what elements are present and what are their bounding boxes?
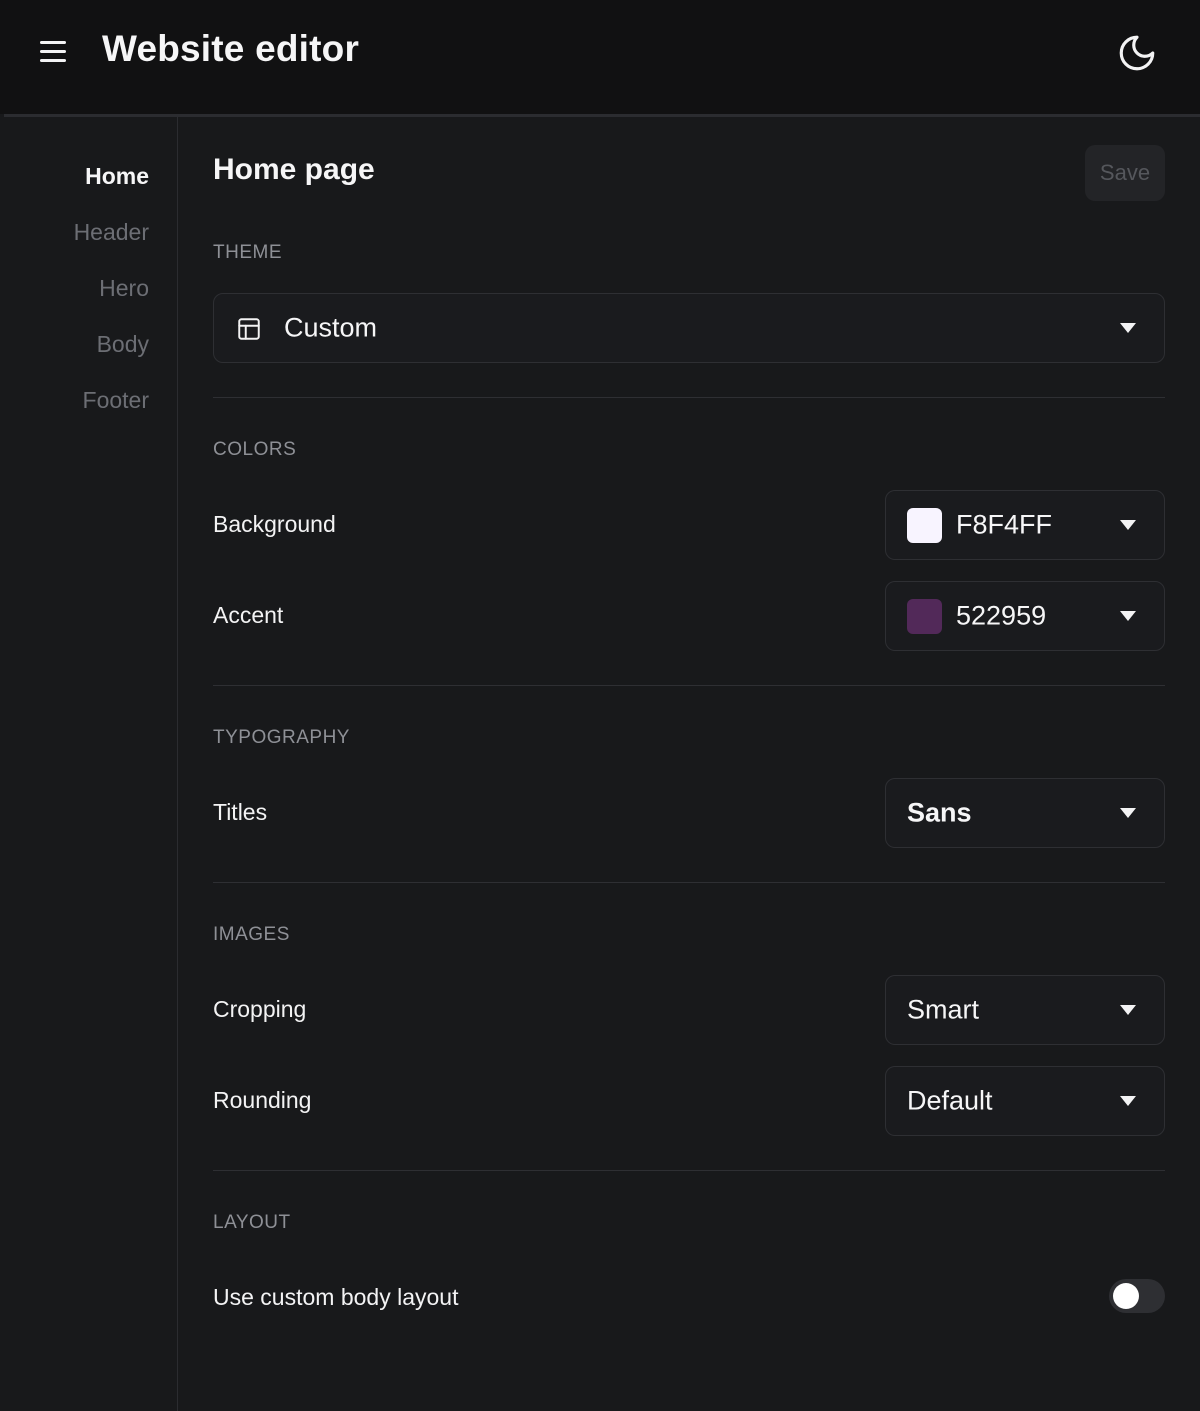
- titles-font-select[interactable]: Sans: [885, 778, 1165, 848]
- chevron-down-icon: [1120, 1096, 1136, 1106]
- sidebar-item-home[interactable]: Home: [85, 163, 149, 190]
- toggle-knob: [1113, 1283, 1139, 1309]
- accent-color-select[interactable]: 522959: [885, 581, 1165, 651]
- titles-font-value: Sans: [907, 797, 972, 828]
- section-label-layout: LAYOUT: [213, 1212, 291, 1233]
- color-swatch: [907, 599, 942, 634]
- custom-body-layout-label: Use custom body layout: [213, 1284, 459, 1310]
- hamburger-menu-icon[interactable]: [34, 34, 74, 70]
- page-title: Home page: [213, 153, 375, 186]
- sidebar-item-header[interactable]: Header: [74, 219, 149, 246]
- save-button[interactable]: Save: [1085, 145, 1165, 201]
- divider: [213, 685, 1165, 686]
- chevron-down-icon: [1120, 1005, 1136, 1015]
- moon-icon[interactable]: [1116, 32, 1158, 74]
- chevron-down-icon: [1120, 323, 1136, 333]
- top-bar: Website editor: [0, 0, 1200, 114]
- background-color-value: F8F4FF: [956, 509, 1053, 540]
- divider: [213, 397, 1165, 398]
- section-label-colors: COLORS: [213, 439, 297, 460]
- cropping-select[interactable]: Smart: [885, 975, 1165, 1045]
- theme-select[interactable]: Custom: [213, 293, 1165, 363]
- rounding-value: Default: [907, 1085, 993, 1116]
- divider: [213, 1170, 1165, 1171]
- accent-color-value: 522959: [956, 600, 1047, 631]
- theme-select-value: Custom: [284, 312, 378, 343]
- section-label-typography: TYPOGRAPHY: [213, 727, 350, 748]
- rounding-select[interactable]: Default: [885, 1066, 1165, 1136]
- accent-color-label: Accent: [213, 602, 284, 628]
- app-title: Website editor: [102, 28, 360, 69]
- sidebar-item-hero[interactable]: Hero: [99, 275, 149, 302]
- cropping-value: Smart: [907, 994, 980, 1025]
- sidebar: Home Header Hero Body Footer: [0, 117, 178, 1411]
- cropping-label: Cropping: [213, 996, 307, 1022]
- top-bar-divider: [4, 114, 1200, 117]
- chevron-down-icon: [1120, 520, 1136, 530]
- chevron-down-icon: [1120, 611, 1136, 621]
- divider: [213, 882, 1165, 883]
- chevron-down-icon: [1120, 808, 1136, 818]
- sidebar-item-body[interactable]: Body: [97, 331, 149, 358]
- section-label-images: IMAGES: [213, 924, 290, 945]
- titles-font-label: Titles: [213, 799, 268, 825]
- background-color-select[interactable]: F8F4FF: [885, 490, 1165, 560]
- color-swatch: [907, 508, 942, 543]
- custom-body-layout-toggle[interactable]: [1109, 1279, 1165, 1313]
- rounding-label: Rounding: [213, 1087, 312, 1113]
- layout-template-icon: [236, 316, 262, 347]
- section-label-theme: THEME: [213, 242, 282, 263]
- background-color-label: Background: [213, 511, 336, 537]
- sidebar-item-footer[interactable]: Footer: [83, 387, 149, 414]
